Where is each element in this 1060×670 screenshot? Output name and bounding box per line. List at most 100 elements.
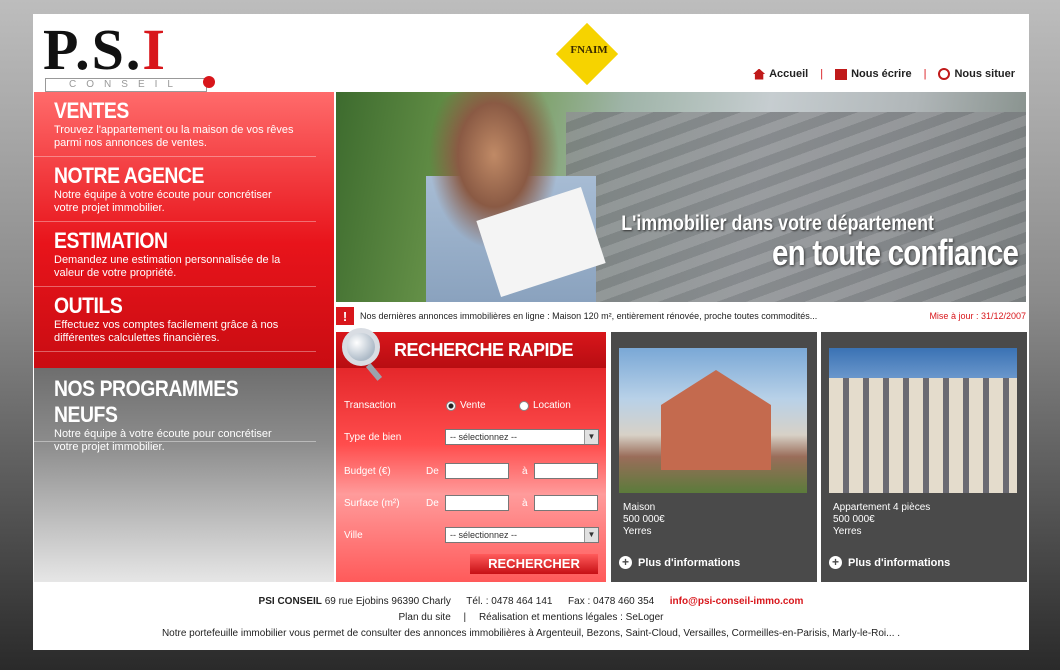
- property-city: Yerres: [623, 526, 652, 537]
- radio-location-label: Location: [533, 400, 571, 411]
- menu-title: VENTES: [54, 98, 129, 123]
- footer-email-link[interactable]: info@psi-conseil-immo.com: [670, 596, 804, 607]
- psi-logo[interactable]: P.S.I CONSEIL: [43, 20, 223, 96]
- budget-row: Budget (€) De à: [344, 463, 599, 482]
- surface-label: Surface (m²): [344, 498, 400, 509]
- more-info-label: Plus d'informations: [848, 556, 951, 569]
- search-icon: [938, 68, 951, 80]
- logo-dot: [203, 76, 215, 88]
- footer-portfolio-text: Notre portefeuille immobilier vous perme…: [161, 628, 901, 639]
- more-info-label: Plus d'informations: [638, 556, 741, 569]
- magnifier-icon: [342, 328, 380, 366]
- budget-min-input[interactable]: [445, 463, 509, 479]
- surface-de-label: De: [426, 498, 439, 509]
- budget-de-label: De: [426, 466, 439, 477]
- logo-letters: P.S.I: [43, 17, 167, 82]
- search-title: RECHERCHE RAPIDE: [394, 339, 574, 360]
- type-label: Type de bien: [344, 432, 402, 443]
- ville-select[interactable]: -- sélectionnez -- ▼: [445, 527, 599, 543]
- transaction-row: Transaction Vente Location: [344, 400, 599, 414]
- budget-label: Budget (€): [344, 466, 391, 477]
- home-icon: [753, 68, 766, 80]
- menu-desc: Demandez une estimation personnalisée de…: [54, 254, 281, 279]
- surface-row: Surface (m²) De à: [344, 495, 599, 514]
- ville-row: Ville -- sélectionnez -- ▼: [344, 527, 599, 546]
- radio-vente-dot[interactable]: [446, 400, 456, 411]
- footer-plan-link[interactable]: Plan du site: [399, 612, 451, 623]
- menu-item-ventes[interactable]: VENTES Trouvez l'appartement ou la maiso…: [34, 92, 316, 157]
- plus-icon: +: [619, 556, 632, 569]
- footer-tel: Tél. : 0478 464 141: [466, 596, 553, 607]
- ville-label: Ville: [344, 530, 363, 541]
- footer-fax: Fax : 0478 460 354: [568, 596, 655, 607]
- banner-slogan-line2: en toute confiance: [771, 232, 1019, 273]
- logo-subtitle: CONSEIL: [45, 78, 207, 92]
- menu-item-programmes-neufs[interactable]: NOS PROGRAMMES NEUFS Notre équipe à votr…: [34, 368, 316, 453]
- hero-banner: L'immobilier dans votre département en t…: [336, 92, 1026, 302]
- radio-vente[interactable]: Vente: [446, 400, 486, 411]
- top-nav: Accueil | Nous écrire | Nous situer: [741, 68, 1027, 80]
- budget-max-input[interactable]: [534, 463, 598, 479]
- nav-nous-situer[interactable]: Nous situer: [926, 68, 1027, 80]
- property-info: Maison 500 000€ Yerres: [623, 502, 665, 538]
- programmes-desc: Notre équipe à votre écoute pour concrét…: [54, 428, 272, 453]
- property-card[interactable]: Appartement 4 pièces 500 000€ Yerres + P…: [821, 332, 1027, 582]
- page: P.S.I CONSEIL FNAIM Accueil | Nous écrir…: [33, 14, 1029, 650]
- fnaim-text: FNAIM: [570, 44, 608, 56]
- plus-icon: +: [829, 556, 842, 569]
- building-shape: [829, 378, 1017, 493]
- surface-max-input[interactable]: [534, 495, 598, 511]
- radio-vente-label: Vente: [460, 400, 486, 411]
- footer-address: 69 rue Ejobins 96390 Charly: [324, 596, 451, 607]
- menu-title: ESTIMATION: [54, 228, 168, 253]
- search-submit-button[interactable]: RECHERCHER: [470, 554, 598, 574]
- property-photo[interactable]: [619, 348, 807, 493]
- property-type: Appartement 4 pièces: [833, 502, 931, 513]
- more-info-link[interactable]: + Plus d'informations: [829, 556, 950, 569]
- nav-nous-ecrire[interactable]: Nous écrire: [823, 68, 924, 80]
- radio-location[interactable]: Location: [519, 400, 571, 411]
- menu-desc: Notre équipe à votre écoute pour concrét…: [54, 189, 272, 214]
- menu-desc: Trouvez l'appartement ou la maison de vo…: [54, 124, 294, 149]
- type-select-value: -- sélectionnez --: [450, 432, 518, 442]
- fnaim-logo: FNAIM: [551, 22, 627, 86]
- surface-min-input[interactable]: [445, 495, 509, 511]
- nav-situer-label: Nous situer: [954, 68, 1015, 80]
- menu-item-outils[interactable]: OUTILS Effectuez vos comptes facilement …: [34, 287, 316, 352]
- menu-item-agence[interactable]: NOTRE AGENCE Notre équipe à votre écoute…: [34, 157, 316, 222]
- programmes-neufs-panel: NOS PROGRAMMES NEUFS Notre équipe à votr…: [34, 368, 334, 582]
- alert-icon: !: [336, 307, 354, 325]
- footer-separator: |: [463, 612, 467, 623]
- programmes-title: NOS PROGRAMMES NEUFS: [54, 376, 239, 427]
- house-shape: [661, 370, 771, 470]
- radio-location-dot[interactable]: [519, 400, 529, 411]
- mail-icon: [835, 68, 848, 80]
- footer-contact-line: PSI CONSEIL 69 rue Ejobins 96390 Charly …: [33, 594, 1029, 610]
- property-type: Maison: [623, 502, 656, 513]
- ticker-message[interactable]: Nos dernières annonces immobilières en l…: [360, 311, 929, 321]
- property-info: Appartement 4 pièces 500 000€ Yerres: [833, 502, 930, 538]
- nav-accueil-label: Accueil: [769, 68, 809, 80]
- menu-title: NOTRE AGENCE: [54, 163, 204, 188]
- menu-title: OUTILS: [54, 293, 123, 318]
- property-card[interactable]: Maison 500 000€ Yerres + Plus d'informat…: [611, 332, 817, 582]
- budget-a-label: à: [522, 466, 528, 477]
- news-ticker: ! Nos dernières annonces immobilières en…: [336, 305, 1026, 327]
- type-select[interactable]: -- sélectionnez -- ▼: [445, 429, 599, 445]
- quick-search-panel: RECHERCHE RAPIDE Transaction Vente Locat…: [336, 328, 606, 582]
- menu-desc: Effectuez vos comptes facilement grâce à…: [54, 319, 279, 344]
- property-photo[interactable]: [829, 348, 1017, 493]
- type-row: Type de bien -- sélectionnez -- ▼: [344, 429, 599, 448]
- more-info-link[interactable]: + Plus d'informations: [619, 556, 740, 569]
- footer-links-line: Plan du site | Réalisation et mentions l…: [33, 610, 1029, 626]
- transaction-label: Transaction: [344, 400, 396, 411]
- chevron-down-icon[interactable]: ▼: [584, 430, 598, 444]
- chevron-down-icon[interactable]: ▼: [584, 528, 598, 542]
- property-city: Yerres: [833, 526, 862, 537]
- nav-ecrire-label: Nous écrire: [851, 68, 912, 80]
- menu-item-estimation[interactable]: ESTIMATION Demandez une estimation perso…: [34, 222, 316, 287]
- footer-legal-link[interactable]: Réalisation et mentions légales : SeLoge…: [479, 612, 664, 623]
- ville-select-value: -- sélectionnez --: [450, 530, 518, 540]
- ticker-update-date: Mise à jour : 31/12/2007: [929, 311, 1026, 321]
- nav-accueil[interactable]: Accueil: [741, 68, 820, 80]
